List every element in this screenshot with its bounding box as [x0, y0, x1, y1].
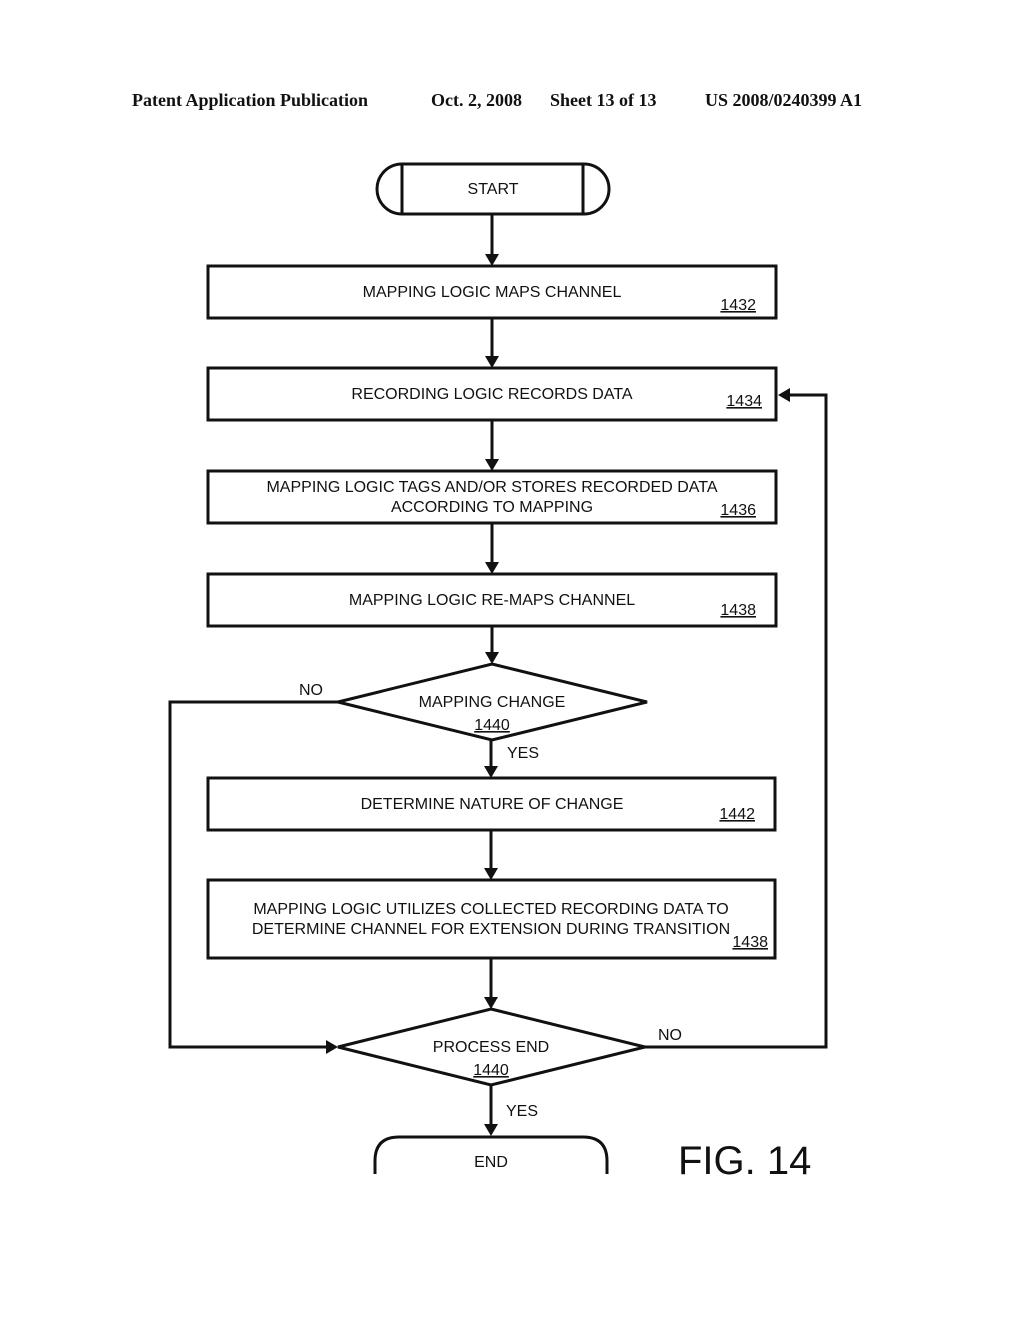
arrowhead: [326, 1040, 338, 1054]
yes-label: YES: [507, 745, 539, 762]
no-label: NO: [658, 1027, 682, 1044]
step-remap-channel: MAPPING LOGIC RE-MAPS CHANNEL 1438: [206, 572, 778, 628]
flowchart: START MAPPING LOGIC MAPS CHANNEL 1432 RE…: [168, 162, 828, 1183]
figure-label: FIG. 14: [678, 1139, 811, 1183]
yes-label: YES: [506, 1103, 538, 1120]
reference-number: 1434: [726, 393, 762, 410]
step-determine-change: DETERMINE NATURE OF CHANGE 1442: [206, 776, 777, 832]
reference-number: 1440: [474, 717, 510, 734]
end-terminator: END: [373, 1135, 609, 1174]
step-label: RECORDING LOGIC RECORDS DATA: [351, 386, 633, 403]
arrowhead: [484, 868, 498, 880]
arrowhead: [485, 356, 499, 368]
step-record-data: RECORDING LOGIC RECORDS DATA 1434: [206, 366, 778, 422]
step-utilize-recording-data: MAPPING LOGIC UTILIZES COLLECTED RECORDI…: [206, 878, 777, 960]
connector-decision1-no: [168, 700, 338, 1049]
reference-number: 1436: [720, 502, 756, 519]
decision-label: MAPPING CHANGE: [419, 694, 566, 711]
step-label: MAPPING LOGIC MAPS CHANNEL: [363, 284, 622, 301]
step-map-channel: MAPPING LOGIC MAPS CHANNEL 1432: [206, 264, 778, 320]
reference-number: 1438: [720, 602, 756, 619]
start-terminator: START: [375, 162, 611, 216]
reference-number: 1440: [473, 1062, 509, 1079]
step-label-line-1: MAPPING LOGIC UTILIZES COLLECTED RECORDI…: [253, 901, 728, 918]
start-label: START: [468, 181, 519, 198]
step-label-line-2: ACCORDING TO MAPPING: [391, 499, 593, 516]
no-label: NO: [299, 682, 323, 699]
reference-number: 1442: [719, 806, 755, 823]
reference-number: 1432: [720, 297, 756, 314]
step-label-line-2: DETERMINE CHANNEL FOR EXTENSION DURING T…: [252, 921, 730, 938]
arrowhead: [484, 1124, 498, 1136]
end-label: END: [474, 1154, 508, 1171]
step-label: MAPPING LOGIC RE-MAPS CHANNEL: [349, 592, 635, 609]
decision-mapping-change: MAPPING CHANGE 1440 NO YES: [299, 662, 648, 762]
arrowhead: [778, 388, 790, 402]
arrowhead: [485, 562, 499, 574]
arrowhead: [485, 652, 499, 664]
arrowhead: [485, 459, 499, 471]
step-label-line-1: MAPPING LOGIC TAGS AND/OR STORES RECORDE…: [266, 479, 717, 496]
decision-process-end: PROCESS END 1440 NO YES: [337, 1007, 682, 1120]
reference-number: 1438: [732, 934, 768, 951]
step-tag-store-data: MAPPING LOGIC TAGS AND/OR STORES RECORDE…: [206, 469, 778, 525]
arrowhead: [485, 254, 499, 266]
arrowhead: [484, 766, 498, 778]
step-label: DETERMINE NATURE OF CHANGE: [361, 796, 624, 813]
decision-label: PROCESS END: [433, 1039, 549, 1056]
arrowhead: [484, 997, 498, 1009]
